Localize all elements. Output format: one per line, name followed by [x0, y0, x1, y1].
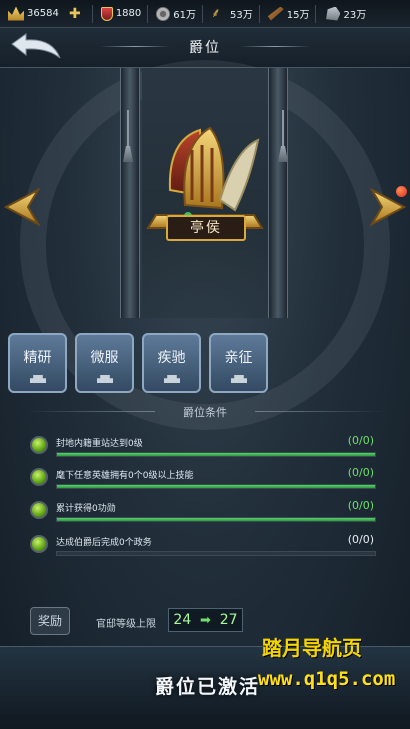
skill-list: 精研 微服 疾驰 亲征 — [8, 333, 268, 393]
condition-count: (0/0) — [347, 533, 374, 546]
condition-count: (0/0) — [347, 466, 374, 479]
pillar-right — [268, 68, 288, 318]
watermark-url: www.q1q5.com — [258, 668, 396, 690]
skill-button-jingyan[interactable]: 精研 — [8, 333, 67, 393]
resource-gold: 36584 — [8, 6, 59, 21]
condition-progress-bar — [56, 517, 376, 522]
condition-progress-fill — [57, 518, 375, 521]
stone-icon — [326, 6, 341, 21]
resource-wood: 15万 — [267, 6, 310, 21]
watermark-title: 踏月导航页 — [262, 636, 362, 660]
page-title: 爵位 — [189, 40, 221, 56]
gold-value: 36584 — [27, 8, 59, 19]
shield-icon — [100, 6, 113, 21]
conditions-title: 爵位条件 — [183, 406, 227, 419]
silver-value: 61万 — [173, 10, 196, 21]
condition-text: 封地内籍重站达到0级 — [56, 439, 143, 449]
condition-count: (0/0) — [347, 434, 374, 447]
condition-status-icon — [30, 501, 48, 519]
condition-progress-bar — [56, 452, 376, 457]
condition-progress-fill — [57, 485, 375, 488]
pedestal-icon — [30, 375, 46, 383]
rank-activated-status: 爵位已激活 — [155, 676, 261, 698]
residence-level-cap-label: 官邸等级上限 — [96, 619, 156, 630]
skill-label: 亲征 — [224, 350, 253, 366]
resource-food: ⸙ 53万 — [211, 6, 253, 21]
condition-text: 麾下任意英雄拥有0个0级以上技能 — [56, 471, 194, 481]
skill-label: 疾驰 — [157, 350, 186, 366]
pedestal-icon — [164, 375, 180, 383]
title-ornament-right — [240, 46, 310, 47]
condition-progress-fill — [57, 453, 375, 456]
wood-value: 15万 — [286, 10, 310, 21]
notification-dot — [396, 186, 407, 197]
condition-status-icon — [30, 535, 48, 553]
condition-row: 麾下任意英雄拥有0个0级以上技能 (0/0) — [30, 464, 380, 500]
condition-progress-bar — [56, 484, 376, 489]
wood-icon — [267, 6, 284, 21]
skill-button-jichi[interactable]: 疾驰 — [142, 333, 201, 393]
pillar-left — [120, 68, 140, 318]
stone-value: 23万 — [343, 10, 367, 21]
skill-label: 微服 — [90, 350, 119, 366]
condition-row: 达成伯爵后完成0个政务 (0/0) — [30, 531, 380, 567]
shield-value: 1880 — [115, 8, 142, 19]
condition-count: (0/0) — [347, 499, 374, 512]
crown-icon — [8, 6, 24, 21]
condition-text: 达成伯爵后完成0个政务 — [56, 538, 152, 548]
condition-row: 累计获得0功勋 (0/0) — [30, 497, 380, 533]
reward-label: 奖励 — [30, 607, 70, 635]
skill-button-qinzheng[interactable]: 亲征 — [209, 333, 268, 393]
rank-name-plaque: 亭侯 — [166, 215, 246, 241]
skill-button-weifu[interactable]: 微服 — [75, 333, 134, 393]
level-change-box: 24 ➡ 27 — [168, 608, 243, 632]
resource-shield: 1880 — [100, 6, 142, 21]
silver-coin-icon — [156, 6, 171, 21]
condition-row: 封地内籍重站达到0级 (0/0) — [30, 432, 380, 468]
arrow-right-icon: ➡ — [200, 612, 211, 628]
skill-label: 精研 — [23, 350, 52, 366]
divider — [255, 411, 385, 412]
wheat-icon: ⸙ — [211, 5, 221, 21]
condition-progress-bar — [56, 551, 376, 556]
condition-text: 累计获得0功勋 — [56, 504, 116, 514]
add-resource-button[interactable]: ✚ — [67, 7, 86, 21]
tassel-left — [127, 110, 129, 150]
condition-status-icon — [30, 436, 48, 454]
level-to: 27 — [219, 612, 238, 628]
resource-bar: 36584 ✚ 1880 61万 ⸙ 53万 15万 23万 — [0, 0, 410, 28]
plus-icon[interactable]: ✚ — [67, 7, 83, 21]
resource-stone: 23万 — [324, 6, 366, 21]
pedestal-icon — [231, 375, 247, 383]
resource-silver: 61万 — [156, 6, 196, 21]
condition-status-icon — [30, 468, 48, 486]
level-from: 24 — [173, 612, 192, 628]
food-value: 53万 — [230, 10, 253, 21]
pedestal-icon — [97, 375, 113, 383]
tassel-right — [282, 110, 284, 150]
previous-rank-arrow-icon[interactable] — [4, 188, 40, 226]
